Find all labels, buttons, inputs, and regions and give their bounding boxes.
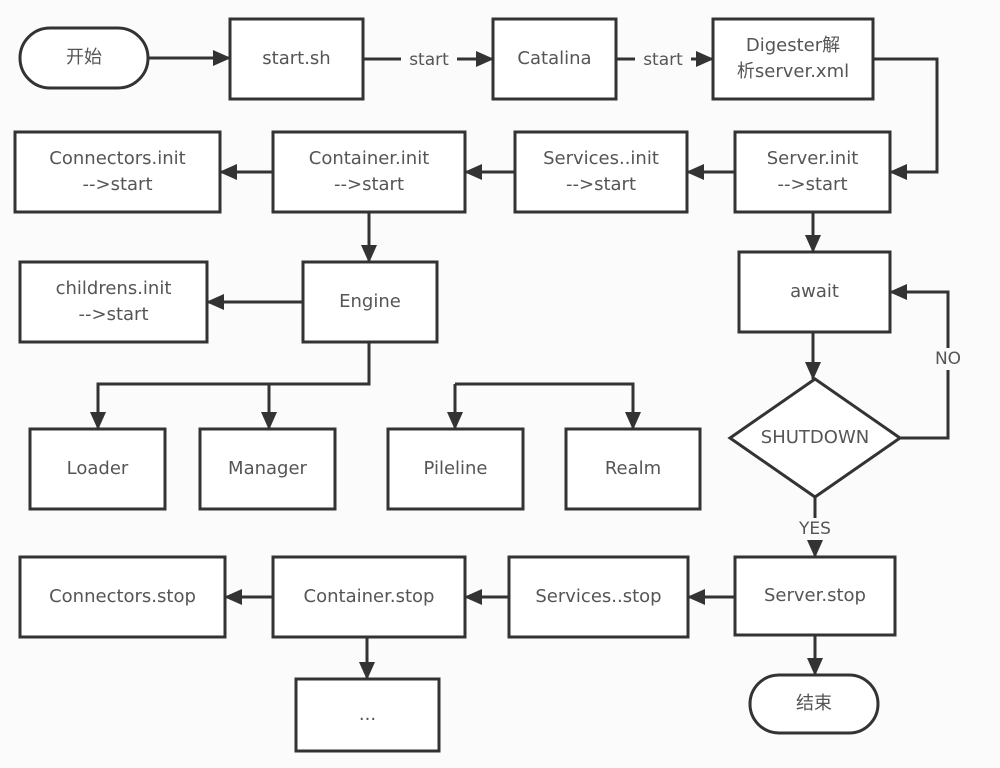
node-container-stop: Container.stop (271, 555, 467, 639)
edge-label: start (409, 50, 449, 70)
process-shape (13, 130, 222, 214)
node-label: -->start (566, 174, 636, 195)
node-childrens-init: childrens.init -->start (18, 260, 209, 344)
edge-label: start (643, 50, 683, 70)
process-shape (513, 130, 689, 214)
process-shape (271, 130, 467, 214)
node-label: Engine (339, 291, 401, 312)
node-label: await (790, 281, 839, 302)
node-label: Digester解 (746, 35, 840, 56)
node-digester: Digester解析server.xml (711, 17, 875, 101)
node-ellipsis: ... (294, 677, 441, 753)
node-label: Connectors.stop (49, 586, 196, 607)
edge-label: NO (935, 349, 961, 369)
node-label: start.sh (262, 48, 330, 69)
node-label: Services..init (543, 148, 659, 169)
node-server-stop: Server.stop (733, 555, 897, 637)
node-engine: Engine (301, 260, 439, 344)
node-label: Pileline (423, 458, 487, 479)
node-start: 开始 (18, 26, 150, 90)
edge-label-group: NO (935, 348, 961, 370)
node-label: Connectors.init (49, 148, 185, 169)
edge-label-group: start (635, 49, 691, 71)
node-label: -->start (83, 174, 153, 195)
node-manager: Manager (198, 427, 337, 511)
node-realm: Realm (564, 427, 702, 511)
node-label: -->start (334, 174, 404, 195)
node-label: Container.init (309, 148, 430, 169)
node-start-sh: start.sh (228, 17, 365, 101)
node-label: ... (359, 704, 376, 725)
node-label: Container.stop (304, 586, 435, 607)
process-shape (733, 130, 892, 214)
node-services-init: Services..init -->start (513, 130, 689, 214)
node-label: Server.stop (764, 585, 866, 606)
node-label: Catalina (517, 48, 591, 69)
node-connectors-stop: Connectors.stop (18, 555, 227, 639)
node-loader: Loader (28, 427, 167, 511)
edge-label-group: start (401, 49, 457, 71)
node-label: -->start (778, 174, 848, 195)
node-pileline: Pileline (386, 427, 525, 511)
node-label: Realm (605, 458, 661, 479)
edge-engine-to-loader (90, 342, 371, 430)
process-shape (18, 260, 209, 344)
node-label: SHUTDOWN (761, 427, 869, 448)
node-label: Loader (67, 458, 129, 479)
node-container-init: Container.init -->start (271, 130, 467, 214)
node-label: Services..stop (535, 586, 661, 607)
node-connectors-init: Connectors.init -->start (13, 130, 222, 214)
node-label: 结束 (796, 693, 832, 714)
node-label: childrens.init (56, 278, 172, 299)
edge-engine-to-realm (455, 382, 641, 430)
node-label: 析server.xml (737, 61, 849, 82)
node-label: -->start (79, 304, 149, 325)
node-server-init: Server.init -->start (733, 130, 892, 214)
node-label: Manager (228, 458, 307, 479)
process-shape (711, 17, 875, 101)
node-label: 开始 (66, 47, 102, 68)
node-catalina: Catalina (491, 17, 618, 101)
node-await: await (737, 250, 892, 334)
edge-label-group: YES (797, 518, 833, 540)
flowchart-canvas: 开始 start.sh Catalina Digester解析server.xml Se… (13, 17, 961, 753)
node-label: Server.init (767, 148, 859, 169)
node-end: 结束 (748, 673, 880, 735)
node-shutdown: SHUTDOWN (727, 377, 903, 499)
node-services-stop: Services..stop (507, 555, 690, 639)
edge-label: YES (798, 519, 831, 539)
